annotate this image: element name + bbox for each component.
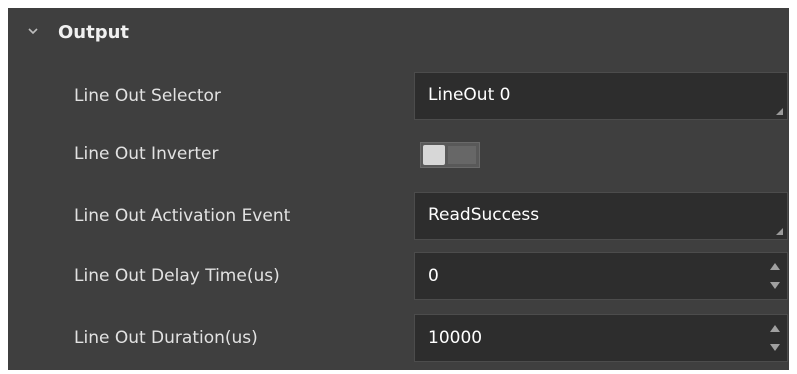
- spin-down-icon[interactable]: [768, 279, 782, 291]
- line-out-inverter-label: Line Out Inverter: [74, 144, 219, 164]
- row-line-out-selector: Line Out Selector LineOut 0: [8, 68, 789, 124]
- line-out-inverter-toggle[interactable]: [420, 142, 480, 168]
- spin-up-icon[interactable]: [768, 261, 782, 273]
- line-out-delay-time-label: Line Out Delay Time(us): [74, 266, 280, 286]
- dropdown-corner-icon: [776, 108, 783, 115]
- row-line-out-delay-time: Line Out Delay Time(us) 0: [8, 248, 789, 304]
- line-out-activation-event-label: Line Out Activation Event: [74, 206, 291, 226]
- line-out-delay-time-value: 0: [428, 266, 439, 286]
- line-out-activation-event-dropdown[interactable]: ReadSuccess: [414, 192, 788, 240]
- line-out-duration-label: Line Out Duration(us): [74, 328, 258, 348]
- section-title: Output: [58, 22, 130, 43]
- spin-down-icon[interactable]: [768, 341, 782, 353]
- section-header-output[interactable]: Output: [8, 8, 789, 58]
- row-line-out-inverter: Line Out Inverter: [8, 126, 789, 182]
- line-out-delay-time-input[interactable]: 0: [414, 252, 788, 300]
- line-out-selector-value: LineOut 0: [428, 85, 511, 105]
- toggle-track: [448, 146, 476, 164]
- chevron-down-icon[interactable]: [26, 24, 40, 38]
- line-out-selector-label: Line Out Selector: [74, 86, 221, 106]
- properties-panel: Output Line Out Selector LineOut 0 Line …: [8, 8, 789, 370]
- line-out-duration-input[interactable]: 10000: [414, 314, 788, 362]
- row-line-out-duration: Line Out Duration(us) 10000: [8, 310, 789, 366]
- dropdown-corner-icon: [776, 228, 783, 235]
- line-out-activation-event-value: ReadSuccess: [428, 205, 540, 225]
- line-out-duration-value: 10000: [428, 328, 483, 348]
- line-out-selector-dropdown[interactable]: LineOut 0: [414, 72, 788, 120]
- toggle-knob: [423, 145, 445, 165]
- row-line-out-activation-event: Line Out Activation Event ReadSuccess: [8, 188, 789, 244]
- spin-up-icon[interactable]: [768, 323, 782, 335]
